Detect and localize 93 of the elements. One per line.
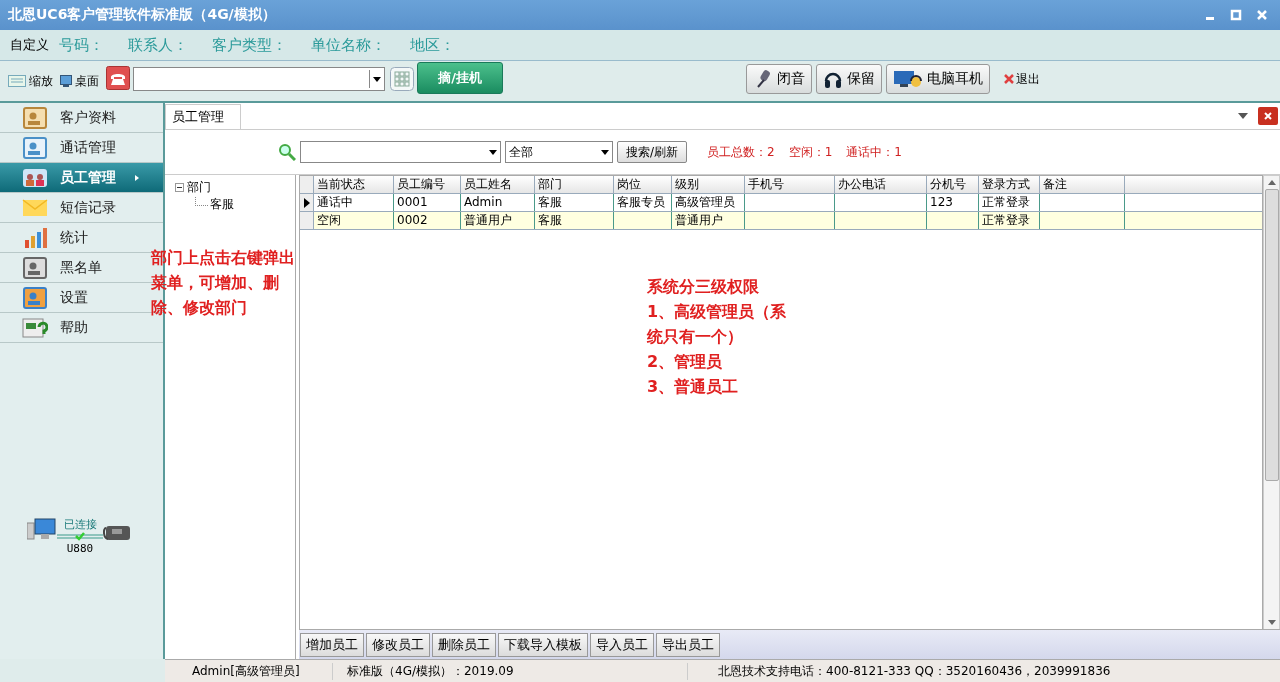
submenu-arrow-icon (135, 174, 139, 181)
device-model: U880 (66, 542, 94, 555)
window-title: 北恩UC6客户管理软件标准版（4G/模拟） (8, 6, 276, 24)
table-cell: 客服 (535, 194, 614, 211)
custom-label[interactable]: 自定义 (10, 36, 49, 54)
exit-link[interactable]: 退出 (1016, 70, 1040, 88)
row-header-cell[interactable] (300, 212, 314, 229)
table-cell: 123 (927, 194, 979, 211)
scroll-thumb[interactable] (1264, 189, 1279, 481)
action-button[interactable]: 下载导入模板 (498, 632, 588, 657)
zoom-toggle[interactable]: 缩放 (29, 72, 53, 90)
status-text: 北恩技术支持电话：400-8121-333 QQ：3520160436，2039991836 (717, 662, 1111, 680)
field-label: 联系人： (128, 35, 188, 55)
dropdown-arrow-icon[interactable] (489, 149, 497, 155)
annotation-text: 2、管理员 (647, 351, 724, 373)
tree-item[interactable]: 部门 (187, 179, 211, 196)
action-button[interactable]: 导出员工 (656, 632, 720, 657)
table-cell: 0001 (394, 194, 461, 211)
field-label: 地区： (410, 35, 455, 55)
table-cell: Admin (461, 194, 535, 211)
help-icon (22, 316, 48, 339)
tab[interactable]: 员工管理 (165, 104, 241, 129)
column-header[interactable]: 手机号 (745, 176, 835, 193)
search-field[interactable] (300, 141, 501, 163)
staff-count: 空闲：1 (788, 143, 833, 161)
connection-status: 已连接 (63, 517, 97, 532)
column-header[interactable]: 级别 (672, 176, 745, 193)
table-cell: 正常登录 (979, 194, 1040, 211)
table-cell: 正常登录 (979, 212, 1040, 229)
annotation-text: 系统分三级权限 (647, 276, 760, 298)
connected-link-icon (57, 532, 103, 542)
sidebar-item[interactable]: 客户资料 (0, 103, 163, 133)
status-text: Admin[高级管理员] (165, 662, 333, 680)
table-row[interactable]: 空闲 0002 普通用户 客服 普通用户 正常登录 (300, 212, 1262, 230)
computer-icon (27, 518, 57, 542)
telephone-icon[interactable] (106, 66, 130, 90)
column-header[interactable]: 登录方式 (979, 176, 1040, 193)
sidebar-item[interactable]: 员工管理 (0, 163, 163, 193)
department-select[interactable]: 全部 (505, 141, 613, 163)
hold-button[interactable]: 保留 (816, 64, 882, 94)
staff-icon (22, 166, 48, 189)
dropdown-arrow-icon[interactable] (1238, 113, 1248, 119)
scroll-down-icon[interactable] (1267, 620, 1276, 625)
search-icon (278, 143, 296, 161)
close-icon[interactable] (1258, 107, 1278, 125)
field-label: 单位名称： (311, 35, 386, 55)
phone-number-field[interactable] (133, 67, 385, 91)
status-text: 标准版（4G/模拟）：2019.09 (333, 662, 688, 680)
dropdown-arrow-icon[interactable] (601, 149, 609, 155)
dropdown-arrow-icon[interactable] (373, 76, 381, 82)
column-header[interactable]: 员工编号 (394, 176, 461, 193)
headset-button[interactable]: 电脑耳机 (886, 64, 990, 94)
table-cell: 客服专员 (614, 194, 672, 211)
maximize-icon[interactable] (1230, 9, 1242, 21)
annotation-text: 1、高级管理员（系统只有一个） (647, 301, 788, 348)
tree-item[interactable]: 客服 (210, 196, 234, 213)
sidebar-item[interactable]: 短信记录 (0, 193, 163, 223)
collapse-icon[interactable] (175, 183, 184, 192)
action-button[interactable]: 删除员工 (432, 632, 496, 657)
scroll-up-icon[interactable] (1267, 180, 1276, 185)
scrollbar[interactable] (1263, 175, 1280, 629)
action-button[interactable]: 修改员工 (366, 632, 430, 657)
action-button[interactable]: 导入员工 (590, 632, 654, 657)
staff-count: 员工总数：2 (707, 143, 775, 161)
table-cell: 空闲 (314, 212, 394, 229)
close-icon[interactable] (1004, 74, 1014, 84)
row-header-cell[interactable] (300, 194, 314, 211)
search-refresh-button[interactable]: 搜索/刷新 (617, 141, 688, 163)
column-header[interactable]: 员工姓名 (461, 176, 535, 193)
mute-button[interactable]: 闭音 (746, 64, 812, 94)
column-header[interactable]: 备注 (1040, 176, 1125, 193)
table-cell: 客服 (535, 212, 614, 229)
column-header[interactable]: 当前状态 (314, 176, 394, 193)
desktop-toggle[interactable]: 桌面 (75, 72, 99, 90)
column-header[interactable]: 办公电话 (835, 176, 927, 193)
monitor-icon[interactable] (60, 75, 72, 87)
column-header[interactable]: 岗位 (614, 176, 672, 193)
table-cell: 普通用户 (672, 212, 745, 229)
column-header[interactable]: 分机号 (927, 176, 979, 193)
table-cell: 高级管理员 (672, 194, 745, 211)
stats-icon (22, 226, 48, 249)
table-cell: 普通用户 (461, 212, 535, 229)
table-cell: 0002 (394, 212, 461, 229)
field-label: 号码： (59, 35, 104, 55)
computer-headset-icon (893, 69, 923, 89)
sms-icon (22, 196, 48, 219)
action-button[interactable]: 增加员工 (300, 632, 364, 657)
table-cell: 通话中 (314, 194, 394, 211)
annotation-text: 3、普通员工 (647, 376, 740, 398)
field-label: 客户类型： (212, 35, 287, 55)
staff-count: 通话中：1 (846, 143, 902, 161)
column-header[interactable]: 部门 (535, 176, 614, 193)
contacts-icon (22, 106, 48, 129)
